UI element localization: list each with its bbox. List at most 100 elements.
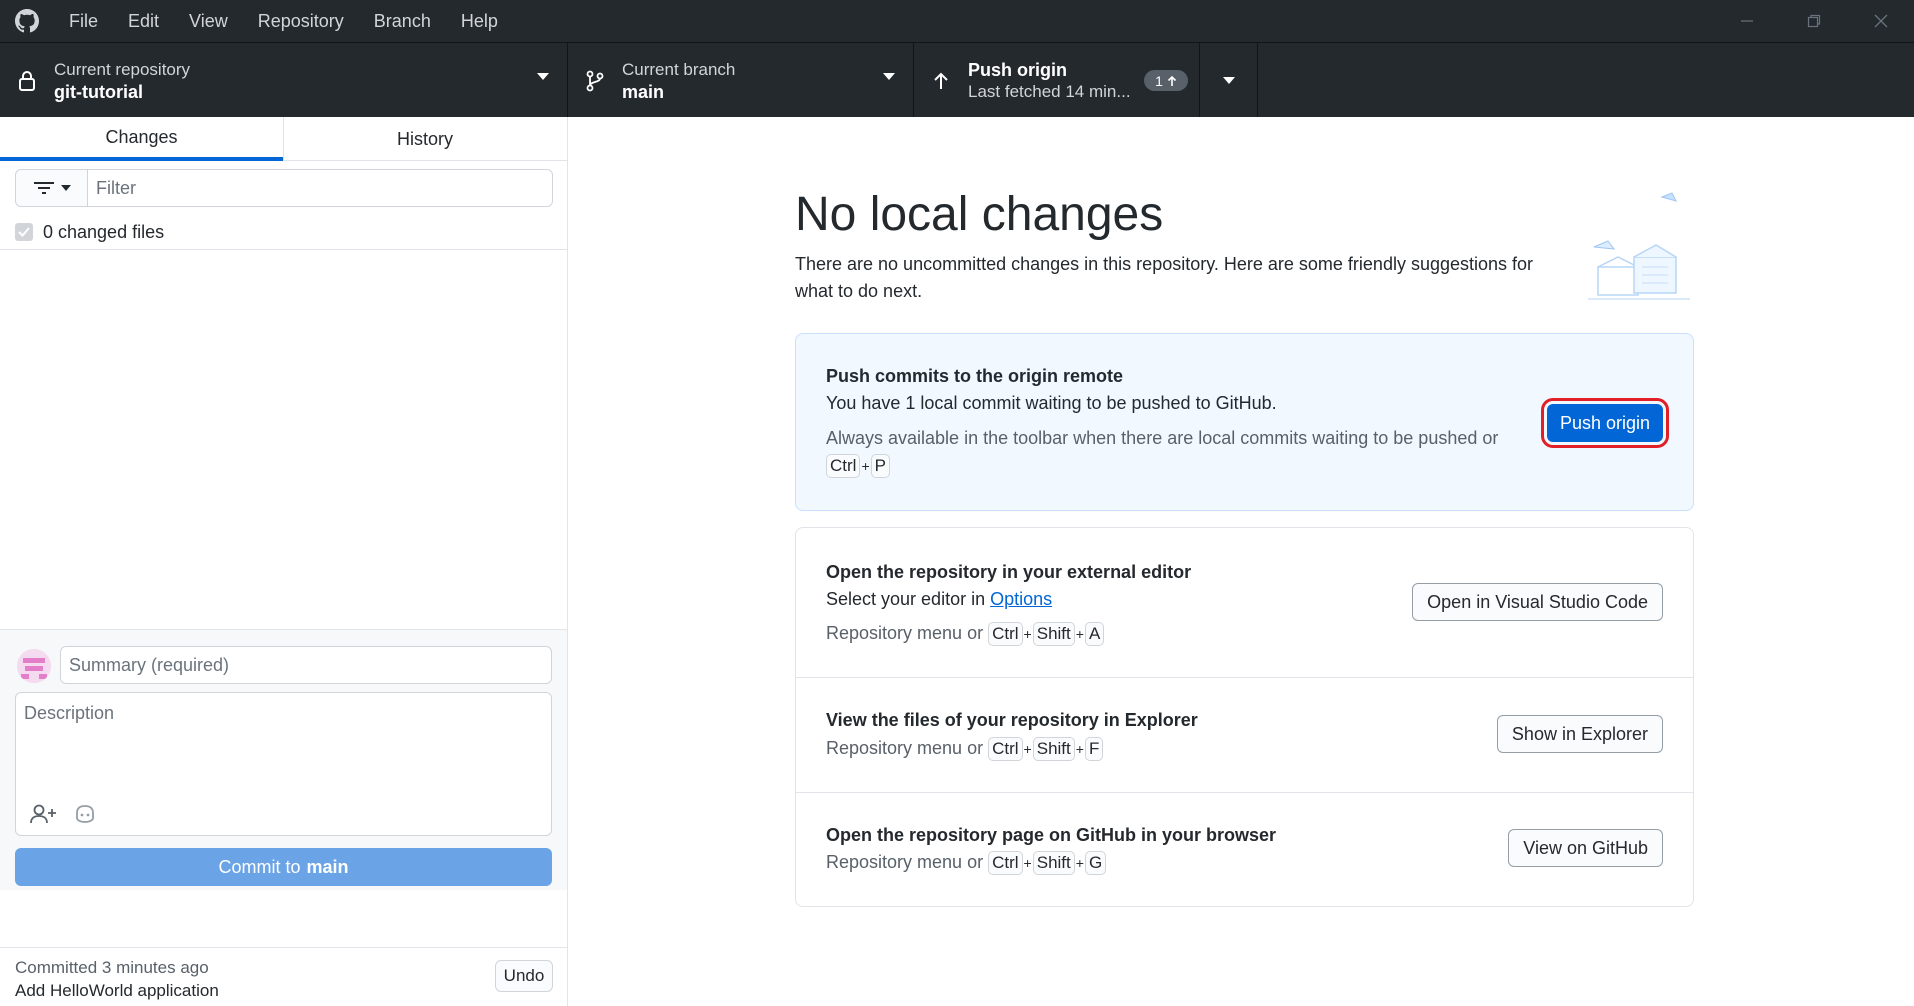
divider — [0, 249, 567, 250]
repo-name: git-tutorial — [54, 81, 143, 102]
menu-view[interactable]: View — [174, 0, 243, 42]
open-in-editor-button[interactable]: Open in Visual Studio Code — [1412, 583, 1663, 621]
push-origin-button[interactable]: Push origin — [1541, 398, 1669, 448]
chevron-down-icon — [1222, 76, 1235, 84]
current-branch-dropdown[interactable]: Current branch main — [568, 43, 914, 118]
suggestions-list: Open the repository in your external edi… — [795, 527, 1694, 907]
commit-branch: main — [306, 856, 349, 877]
filter-icon — [33, 182, 54, 194]
main-content: No local changes There are no uncommitte… — [569, 117, 1914, 1006]
branch-label: Current branch — [622, 59, 736, 79]
last-commit-message: Add HelloWorld application — [15, 981, 219, 1000]
suggestion-line: Select your editor in Options — [826, 589, 1052, 610]
tab-history[interactable]: History — [283, 117, 566, 161]
suggestion-show-explorer: View the files of your repository in Exp… — [796, 678, 1693, 793]
menu-bar: File Edit View Repository Branch Help — [54, 0, 513, 42]
copilot-icon[interactable] — [74, 803, 96, 825]
suggestion-line-text: Select your editor in — [826, 589, 986, 609]
push-origin-toolbar-button[interactable]: Push origin Last fetched 14 min... 1 — [914, 43, 1200, 118]
ahead-count: 1 — [1155, 72, 1163, 89]
select-all-checkbox[interactable] — [15, 223, 33, 241]
page-subtext: There are no uncommitted changes in this… — [795, 254, 1534, 301]
menu-repository[interactable]: Repository — [243, 0, 359, 42]
sidebar: Changes History 0 changed files Descript… — [0, 117, 568, 1006]
suggestion-view-github: Open the repository page on GitHub in yo… — [796, 793, 1693, 906]
suggestion-hint: Repository menu or Ctrl + Shift + F — [826, 735, 1104, 763]
empty-state-illustration — [1588, 192, 1690, 300]
menu-file[interactable]: File — [54, 0, 113, 42]
suggestion-hint: Repository menu or Ctrl + Shift + G — [826, 849, 1107, 877]
toolbar: Current repository git-tutorial Current … — [0, 42, 1914, 118]
branch-name: main — [622, 81, 665, 102]
suggestion-title: Open the repository page on GitHub in yo… — [826, 825, 1277, 845]
menu-edit[interactable]: Edit — [113, 0, 174, 42]
key-ctrl: Ctrl — [988, 622, 1023, 646]
undo-button[interactable]: Undo — [495, 960, 553, 992]
suggestion-hint-text: Repository menu or — [826, 623, 984, 643]
last-commit-time: Committed 3 minutes ago — [15, 958, 209, 977]
suggestion-hint-text: Repository menu or — [826, 852, 984, 872]
key-p: P — [870, 454, 890, 478]
push-suggestion-card: Push commits to the origin remote You ha… — [795, 333, 1694, 511]
current-repository-dropdown[interactable]: Current repository git-tutorial — [0, 43, 568, 118]
description-textarea[interactable]: Description — [15, 692, 552, 836]
changed-files-count: 0 changed files — [43, 221, 165, 242]
view-on-github-button[interactable]: View on GitHub — [1508, 829, 1663, 867]
github-logo-icon — [0, 0, 54, 42]
chevron-down-icon — [60, 185, 71, 191]
key-g: G — [1084, 851, 1107, 875]
avatar — [17, 649, 51, 683]
title-bar: File Edit View Repository Branch Help — [0, 0, 1914, 42]
description-placeholder: Description — [24, 703, 115, 723]
push-card-line: You have 1 local commit waiting to be pu… — [826, 393, 1277, 413]
key-shift: Shift — [1032, 737, 1075, 761]
minimize-icon[interactable] — [1713, 0, 1780, 42]
close-icon[interactable] — [1847, 0, 1914, 42]
push-card-title: Push commits to the origin remote — [826, 366, 1124, 386]
restore-icon[interactable] — [1780, 0, 1847, 42]
key-f: F — [1084, 737, 1104, 761]
key-shift: Shift — [1032, 622, 1075, 646]
menu-branch[interactable]: Branch — [359, 0, 446, 42]
lock-icon — [0, 70, 54, 92]
key-shift: Shift — [1032, 851, 1075, 875]
tab-changes[interactable]: Changes — [0, 117, 283, 161]
window-controls — [1713, 0, 1914, 42]
key-ctrl: Ctrl — [826, 454, 861, 478]
arrow-up-icon — [914, 71, 968, 91]
chevron-down-icon — [883, 73, 895, 80]
filter-input[interactable] — [87, 169, 553, 207]
key-a: A — [1084, 622, 1105, 646]
key-ctrl: Ctrl — [988, 737, 1023, 761]
sidebar-tabs: Changes History — [0, 117, 567, 161]
branch-icon — [568, 70, 622, 92]
commit-message-area: Description Commit to main — [0, 629, 567, 890]
commit-prefix: Commit to — [218, 856, 301, 877]
menu-help[interactable]: Help — [446, 0, 513, 42]
filter-options-button[interactable] — [15, 169, 87, 207]
push-title: Push origin — [968, 59, 1067, 80]
options-link[interactable]: Options — [990, 589, 1052, 609]
key-ctrl: Ctrl — [988, 851, 1023, 875]
page-title: No local changes — [795, 188, 1164, 241]
add-coauthor-icon[interactable] — [30, 803, 58, 825]
suggestion-title: Open the repository in your external edi… — [826, 562, 1192, 582]
push-card-hint: Always available in the toolbar when the… — [826, 425, 1546, 480]
ahead-count-badge: 1 — [1144, 70, 1188, 91]
suggestion-hint: Repository menu or Ctrl + Shift + A — [826, 620, 1105, 648]
commit-button[interactable]: Commit to main — [15, 848, 552, 886]
filter-row — [15, 169, 553, 207]
summary-input[interactable] — [60, 646, 552, 684]
last-commit-panel: Committed 3 minutes ago Add HelloWorld a… — [0, 947, 567, 1006]
changed-files-row: 0 changed files — [15, 214, 164, 250]
github-desktop-window: File Edit View Repository Branch Help Cu… — [0, 0, 1914, 1006]
show-in-explorer-button[interactable]: Show in Explorer — [1496, 715, 1663, 753]
arrow-up-small-icon — [1167, 75, 1176, 86]
push-options-dropdown[interactable] — [1200, 43, 1258, 118]
repo-label: Current repository — [54, 59, 191, 79]
suggestion-title: View the files of your repository in Exp… — [826, 710, 1198, 730]
chevron-down-icon — [537, 73, 549, 80]
push-subtitle: Last fetched 14 min... — [968, 81, 1131, 101]
push-card-hint-text: Always available in the toolbar when the… — [826, 428, 1499, 448]
suggestion-open-editor: Open the repository in your external edi… — [796, 528, 1693, 678]
